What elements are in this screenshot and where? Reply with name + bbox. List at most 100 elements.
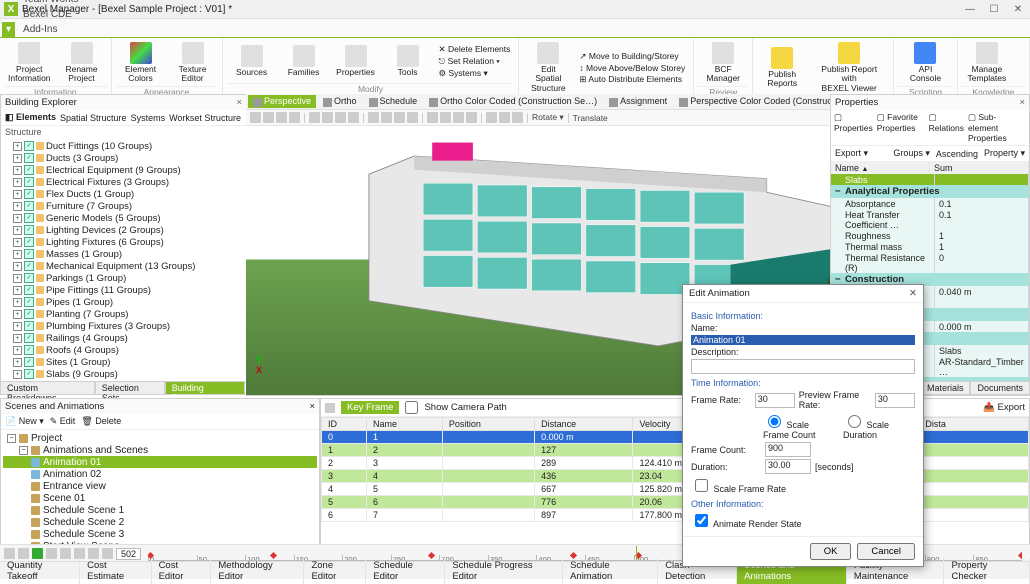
ok-button[interactable]: OK bbox=[810, 543, 852, 560]
property-dropdown[interactable]: Property ▾ bbox=[984, 148, 1025, 159]
cancel-button[interactable]: Cancel bbox=[857, 543, 915, 560]
tool-icon[interactable] bbox=[381, 112, 392, 123]
scene-item[interactable]: Animation 01 bbox=[3, 456, 317, 468]
tool-icon[interactable] bbox=[453, 112, 464, 123]
panel-tab[interactable]: Building Explorer bbox=[165, 381, 245, 395]
export-button[interactable]: 📤 Export bbox=[983, 402, 1025, 413]
ribbon-tab-bexel-cde[interactable]: Bexel CDE bbox=[15, 7, 102, 22]
tool-icon[interactable] bbox=[427, 112, 438, 123]
column-header[interactable]: Position bbox=[442, 418, 534, 431]
edit-spatial-structure-button[interactable]: Edit Spatial Structure bbox=[523, 40, 573, 95]
texture-editor-button[interactable]: Texture Editor bbox=[168, 40, 218, 86]
property-row[interactable]: Slabs bbox=[831, 174, 1029, 185]
status-tab[interactable]: Schedule Progress Editor bbox=[445, 558, 563, 584]
status-tab[interactable]: Cost Estimate bbox=[80, 558, 151, 584]
scene-item[interactable]: Entrance view bbox=[3, 480, 317, 492]
tree-node[interactable]: +✓Generic Models (5 Groups) bbox=[3, 212, 244, 224]
scale-duration-radio[interactable] bbox=[848, 415, 861, 428]
panel-tab[interactable]: Documents bbox=[970, 381, 1030, 395]
property-row[interactable]: Absorptance0.1 bbox=[831, 198, 1029, 209]
property-row[interactable]: Thermal Resistance (R)0 bbox=[831, 252, 1029, 273]
tree-node[interactable]: +✓Railings (4 Groups) bbox=[3, 332, 244, 344]
publish-bexel-button[interactable]: Publish Report with BEXEL Viewer bbox=[809, 40, 889, 95]
tool-icon[interactable] bbox=[348, 112, 359, 123]
status-tab[interactable]: Zone Editor bbox=[304, 558, 366, 584]
property-row[interactable]: Roughness1 bbox=[831, 230, 1029, 241]
properties-button[interactable]: Properties bbox=[331, 43, 381, 79]
property-row[interactable]: Heat Transfer Coefficient …0.1 bbox=[831, 209, 1029, 230]
tree-node[interactable]: +✓Duct Fittings (10 Groups) bbox=[3, 140, 244, 152]
maximize-button[interactable]: ☐ bbox=[986, 4, 1002, 15]
publish-reports-button[interactable]: Publish Reports bbox=[757, 45, 807, 91]
status-tab[interactable]: Cost Editor bbox=[152, 558, 212, 584]
close-icon[interactable]: × bbox=[236, 97, 242, 108]
tool-icon[interactable] bbox=[309, 112, 320, 123]
translate-button[interactable]: Translate bbox=[573, 113, 608, 123]
explorer-tab[interactable]: Workset Structure bbox=[169, 113, 241, 123]
status-tab[interactable]: Property Checker bbox=[944, 558, 1030, 584]
tree-node[interactable]: +✓Furniture (7 Groups) bbox=[3, 200, 244, 212]
tool-icon[interactable] bbox=[499, 112, 510, 123]
description-input[interactable] bbox=[691, 359, 915, 374]
tool-icon[interactable] bbox=[289, 112, 300, 123]
property-row[interactable]: −Analytical Properties bbox=[831, 185, 1029, 198]
keyframe-tab[interactable]: Key Frame bbox=[341, 401, 399, 414]
properties-tab[interactable]: ▢ Properties bbox=[834, 112, 873, 143]
auto-distribute-button[interactable]: ⊞ Auto Distribute Elements bbox=[579, 74, 682, 85]
ascending-button[interactable]: Ascending bbox=[936, 149, 978, 159]
frame-rate-input[interactable]: 30 bbox=[755, 393, 795, 408]
tool-icon[interactable] bbox=[486, 112, 497, 123]
minimize-button[interactable]: — bbox=[962, 4, 978, 15]
explorer-tree[interactable]: +✓Duct Fittings (10 Groups)+✓Ducts (3 Gr… bbox=[1, 138, 246, 382]
column-header[interactable]: Name bbox=[367, 418, 443, 431]
scenes-tree[interactable]: −Project−Animations and ScenesAnimation … bbox=[1, 430, 319, 544]
move-above-below-button[interactable]: ↕ Move Above/Below Storey bbox=[579, 63, 685, 73]
tool-icon[interactable] bbox=[440, 112, 451, 123]
file-menu-button[interactable]: ▾ bbox=[2, 22, 15, 37]
status-tab[interactable]: Schedule Animation bbox=[563, 558, 658, 584]
property-row[interactable]: Thermal mass1 bbox=[831, 241, 1029, 252]
column-header[interactable]: Distance bbox=[535, 418, 633, 431]
tree-node[interactable]: −Project bbox=[3, 432, 317, 444]
tree-node[interactable]: +✓Pipe Fittings (11 Groups) bbox=[3, 284, 244, 296]
show-camera-path-checkbox[interactable] bbox=[405, 401, 418, 414]
scale-frame-count-radio[interactable] bbox=[768, 415, 781, 428]
frame-count-input[interactable]: 900 bbox=[765, 442, 811, 457]
status-tab[interactable]: Methodology Editor bbox=[211, 558, 304, 584]
close-button[interactable]: ✕ bbox=[1010, 4, 1026, 15]
tool-icon[interactable] bbox=[394, 112, 405, 123]
tools-button[interactable]: Tools bbox=[383, 43, 433, 79]
sources-button[interactable]: Sources bbox=[227, 43, 277, 79]
explorer-tab[interactable]: ◧ Elements bbox=[5, 112, 56, 123]
scene-item[interactable]: Schedule Scene 3 bbox=[3, 528, 317, 540]
scene-item[interactable]: Schedule Scene 2 bbox=[3, 516, 317, 528]
tool-icon[interactable] bbox=[335, 112, 346, 123]
tool-icon[interactable] bbox=[276, 112, 287, 123]
close-icon[interactable]: × bbox=[309, 401, 315, 412]
new-button[interactable]: 📄 New ▾ bbox=[5, 416, 44, 427]
tree-node[interactable]: +✓Lighting Devices (2 Groups) bbox=[3, 224, 244, 236]
move-building-storey-button[interactable]: ↗ Move to Building/Storey bbox=[579, 51, 678, 62]
tool-icon[interactable] bbox=[250, 112, 261, 123]
scene-item[interactable]: Scene 01 bbox=[3, 492, 317, 504]
column-header[interactable]: ID bbox=[322, 418, 367, 431]
properties-tab[interactable]: ▢ Favorite Properties bbox=[877, 112, 925, 143]
tree-node[interactable]: +✓Flex Ducts (1 Group) bbox=[3, 188, 244, 200]
panel-tab[interactable]: Materials bbox=[920, 381, 971, 395]
status-tab[interactable]: Quantity Takeoff bbox=[0, 558, 80, 584]
explorer-tab[interactable]: Systems bbox=[131, 113, 166, 123]
tree-node[interactable]: +✓Plumbing Fixtures (3 Groups) bbox=[3, 320, 244, 332]
close-icon[interactable]: ✕ bbox=[909, 288, 917, 299]
panel-tab[interactable]: Custom Breakdowns bbox=[0, 381, 95, 395]
tool-icon[interactable] bbox=[466, 112, 477, 123]
properties-tab[interactable]: ▢ Sub-element Properties bbox=[968, 112, 1026, 143]
ribbon-tab-team-works[interactable]: Team Works bbox=[15, 0, 102, 7]
tool-icon[interactable] bbox=[512, 112, 523, 123]
ribbon-tab-add-ins[interactable]: Add-Ins bbox=[15, 22, 102, 37]
systems-button[interactable]: ⚙ Systems ▾ bbox=[439, 68, 488, 79]
tree-node[interactable]: +✓Masses (1 Group) bbox=[3, 248, 244, 260]
api-console-button[interactable]: API Console bbox=[898, 40, 953, 86]
tree-node[interactable]: +✓Electrical Fixtures (3 Groups) bbox=[3, 176, 244, 188]
tool-icon[interactable] bbox=[263, 112, 274, 123]
tree-node[interactable]: +✓Parkings (1 Group) bbox=[3, 272, 244, 284]
